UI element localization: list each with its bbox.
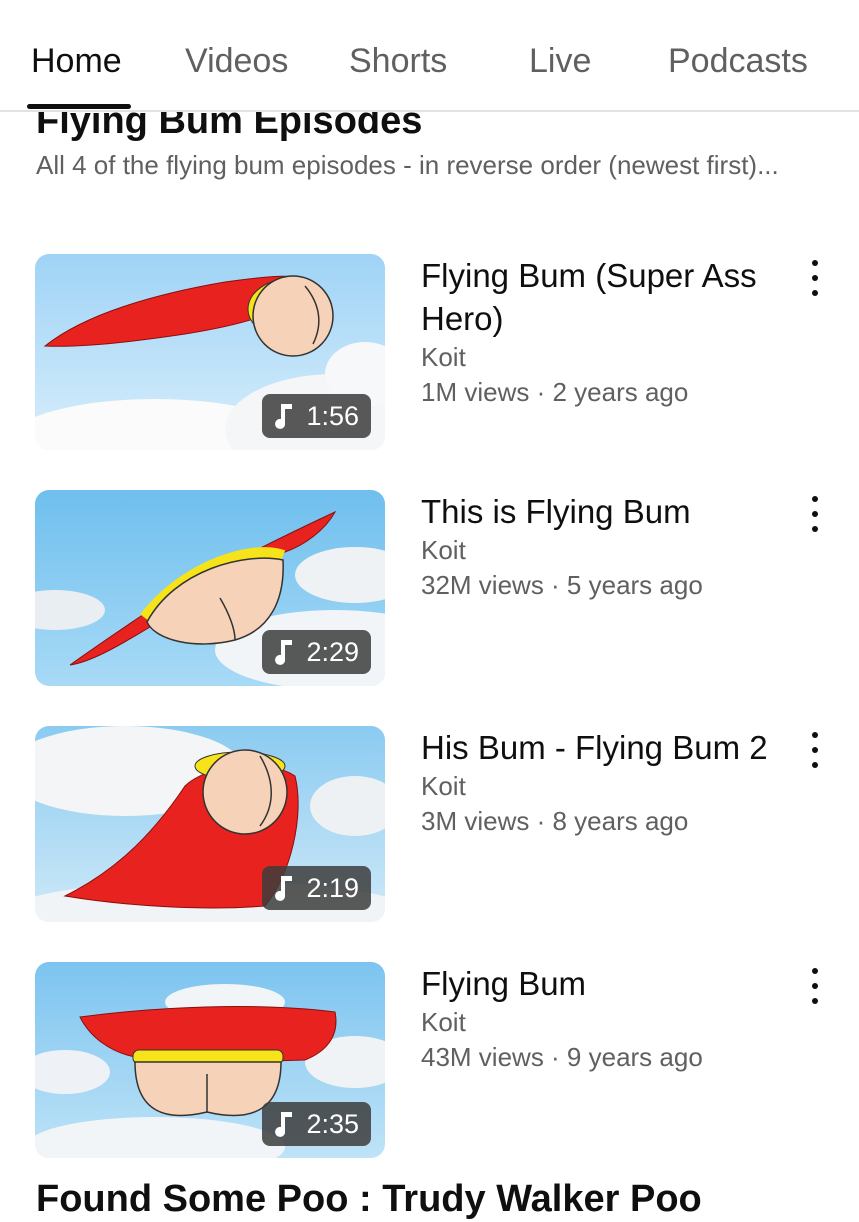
- music-note-icon: [275, 1112, 293, 1137]
- tab-home[interactable]: Home: [31, 40, 122, 82]
- duration-badge: 2:35: [262, 1102, 371, 1146]
- video-stats: 3M views · 8 years ago: [421, 806, 689, 836]
- more-vert-icon[interactable]: [800, 968, 830, 1004]
- video-thumbnail[interactable]: 1:56: [35, 254, 385, 450]
- tab-podcasts[interactable]: Podcasts: [668, 40, 808, 82]
- tab-live[interactable]: Live: [529, 40, 591, 82]
- duration-badge: 2:29: [262, 630, 371, 674]
- channel-name[interactable]: Koit: [421, 533, 781, 568]
- video-thumbnail[interactable]: 2:19: [35, 726, 385, 922]
- video-item[interactable]: 1:56 Flying Bum (Super Ass Hero) Koit 1M…: [0, 254, 859, 454]
- music-note-icon: [275, 876, 293, 901]
- active-tab-indicator: [27, 104, 131, 109]
- next-playlist-title[interactable]: Found Some Poo : Trudy Walker Poo: [36, 1176, 702, 1222]
- tab-shorts[interactable]: Shorts: [349, 40, 447, 82]
- video-stats: 32M views · 5 years ago: [421, 570, 703, 600]
- channel-tabs: Home Videos Shorts Live Podcasts: [0, 0, 859, 112]
- channel-name[interactable]: Koit: [421, 340, 781, 375]
- video-thumbnail[interactable]: 2:29: [35, 490, 385, 686]
- video-stats: 43M views · 9 years ago: [421, 1042, 703, 1072]
- duration-badge: 1:56: [262, 394, 371, 438]
- video-item[interactable]: 2:29 This is Flying Bum Koit 32M views ·…: [0, 490, 859, 690]
- more-vert-icon[interactable]: [800, 260, 830, 296]
- video-title[interactable]: Flying Bum (Super Ass Hero): [421, 254, 781, 340]
- duration-badge: 2:19: [262, 866, 371, 910]
- duration-text: 2:29: [306, 637, 359, 667]
- video-title[interactable]: This is Flying Bum: [421, 490, 781, 533]
- video-title[interactable]: Flying Bum: [421, 962, 781, 1005]
- video-item[interactable]: 2:19 His Bum - Flying Bum 2 Koit 3M view…: [0, 726, 859, 926]
- music-note-icon: [275, 404, 293, 429]
- duration-text: 2:19: [306, 873, 359, 903]
- more-vert-icon[interactable]: [800, 732, 830, 768]
- more-vert-icon[interactable]: [800, 496, 830, 532]
- duration-text: 1:56: [306, 401, 359, 431]
- playlist-description: All 4 of the flying bum episodes - in re…: [36, 150, 779, 180]
- channel-name[interactable]: Koit: [421, 1005, 781, 1040]
- duration-text: 2:35: [306, 1109, 359, 1139]
- tab-videos[interactable]: Videos: [185, 40, 288, 82]
- video-stats: 1M views · 2 years ago: [421, 377, 689, 407]
- video-title[interactable]: His Bum - Flying Bum 2: [421, 726, 781, 769]
- channel-name[interactable]: Koit: [421, 769, 781, 804]
- video-item[interactable]: 2:35 Flying Bum Koit 43M views · 9 years…: [0, 962, 859, 1162]
- video-thumbnail[interactable]: 2:35: [35, 962, 385, 1158]
- music-note-icon: [275, 640, 293, 665]
